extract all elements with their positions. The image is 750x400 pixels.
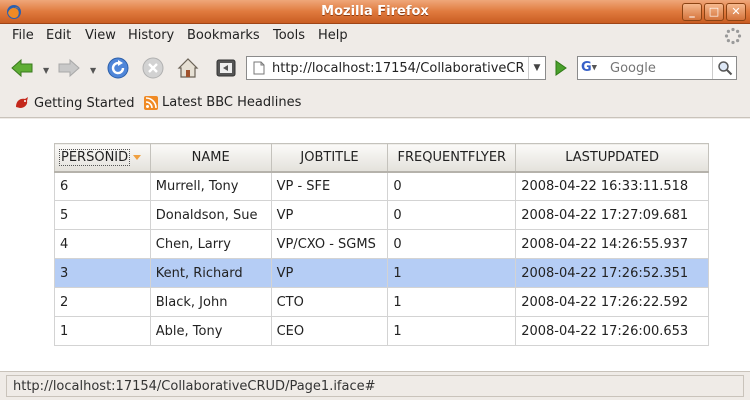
close-button[interactable]: ✕ [726, 3, 746, 21]
rss-feed-icon [144, 95, 158, 110]
page-icon-button[interactable] [212, 54, 240, 82]
menu-file[interactable]: File [12, 28, 34, 43]
column-header-lastupdated[interactable]: LASTUPDATED [515, 143, 709, 173]
cell-lastupdated[interactable]: 2008-04-22 14:26:55.937 [515, 229, 709, 259]
menu-bar: File Edit View History Bookmarks Tools H… [0, 24, 750, 48]
cell-personid[interactable]: 6 [54, 171, 151, 201]
forward-arrow-icon [58, 58, 80, 78]
table-row[interactable]: 2 Black, John CTO 1 2008-04-22 17:26:22.592 [54, 287, 709, 317]
cell-name[interactable]: Kent, Richard [149, 258, 272, 288]
search-box[interactable]: G▼ [577, 56, 737, 80]
menu-tools[interactable]: Tools [273, 28, 305, 43]
cell-name[interactable]: Murrell, Tony [149, 171, 272, 201]
cell-name[interactable]: Able, Tony [149, 316, 272, 346]
url-history-dropdown[interactable]: ▼ [528, 57, 545, 79]
column-header-personid[interactable]: PERSONID [54, 143, 151, 173]
menu-view[interactable]: View [85, 28, 116, 43]
column-header-label: PERSONID [59, 148, 131, 166]
search-input[interactable] [610, 59, 710, 77]
search-button[interactable] [712, 57, 736, 79]
cell-name[interactable]: Chen, Larry [149, 229, 272, 259]
forward-history-dropdown[interactable]: ▼ [90, 66, 98, 75]
window-title: Mozilla Firefox [321, 4, 429, 19]
back-button[interactable] [8, 54, 36, 82]
cell-personid[interactable]: 5 [54, 200, 151, 230]
bookmark-label: Latest BBC Headlines [162, 95, 302, 110]
reload-button[interactable] [104, 54, 132, 82]
table-header-row: PERSONID NAME JOBTITLE FREQUENTFLYER LAS… [54, 143, 709, 173]
table-row[interactable]: 1 Able, Tony CEO 1 2008-04-22 17:26:00.653 [54, 316, 709, 346]
table-row[interactable]: 6 Murrell, Tony VP - SFE 0 2008-04-22 16:33:… [54, 171, 709, 201]
cell-jobtitle[interactable]: VP [270, 200, 389, 230]
person-table: PERSONID NAME JOBTITLE FREQUENTFLYER LAS… [54, 143, 709, 346]
cell-lastupdated[interactable]: 2008-04-22 17:27:09.681 [515, 200, 709, 230]
cell-frequentflyer[interactable]: 1 [387, 287, 517, 317]
magnifier-icon [717, 61, 732, 76]
cell-lastupdated[interactable]: 2008-04-22 17:26:00.653 [515, 316, 709, 346]
table-row[interactable]: 4 Chen, Larry VP/CXO - SGMS 0 2008-04-22 14:… [54, 229, 709, 259]
cell-personid[interactable]: 1 [54, 316, 151, 346]
cell-jobtitle[interactable]: VP [270, 258, 389, 288]
minimize-button[interactable]: _ [682, 3, 702, 21]
url-text[interactable]: http://localhost:17154/CollaborativeCRUD… [272, 61, 525, 76]
forward-button[interactable] [55, 54, 83, 82]
sort-descending-icon [133, 154, 142, 160]
page-content: PERSONID NAME JOBTITLE FREQUENTFLYER LAS… [0, 119, 750, 371]
cell-jobtitle[interactable]: CEO [270, 316, 389, 346]
home-button[interactable] [174, 54, 202, 82]
page-favicon-icon [253, 61, 265, 75]
cell-lastupdated[interactable]: 2008-04-22 17:26:22.592 [515, 287, 709, 317]
bookmark-label: Getting Started [34, 95, 135, 111]
cell-jobtitle[interactable]: VP/CXO - SGMS [270, 229, 389, 259]
throbber-icon [724, 27, 742, 45]
go-arrow-icon [555, 60, 567, 76]
title-bar: Mozilla Firefox _ □ ✕ [0, 0, 750, 24]
bookmark-getting-started[interactable]: Getting Started [14, 95, 135, 111]
column-header-jobtitle[interactable]: JOBTITLE [270, 143, 389, 173]
table-row[interactable]: 3 Kent, Richard VP 1 2008-04-22 17:26:52.351 [54, 258, 709, 288]
bookmarks-toolbar: Getting Started Latest BBC Headlines [0, 88, 750, 118]
table-row[interactable]: 5 Donaldson, Sue VP 0 2008-04-22 17:27:09.68… [54, 200, 709, 230]
url-bar[interactable]: http://localhost:17154/CollaborativeCRUD… [246, 56, 546, 80]
cell-jobtitle[interactable]: CTO [270, 287, 389, 317]
cell-name[interactable]: Donaldson, Sue [149, 200, 272, 230]
back-history-dropdown[interactable]: ▼ [43, 66, 51, 75]
cell-personid[interactable]: 4 [54, 229, 151, 259]
cell-frequentflyer[interactable]: 0 [387, 229, 517, 259]
cell-frequentflyer[interactable]: 0 [387, 171, 517, 201]
stop-button[interactable] [139, 54, 167, 82]
status-text: http://localhost:17154/CollaborativeCRUD… [6, 375, 744, 397]
cell-frequentflyer[interactable]: 1 [387, 316, 517, 346]
google-engine-icon[interactable]: G▼ [581, 60, 607, 76]
status-bar: http://localhost:17154/CollaborativeCRUD… [0, 371, 750, 400]
back-arrow-icon [11, 58, 33, 78]
page-icon [216, 59, 236, 77]
menu-help[interactable]: Help [318, 28, 348, 43]
menu-edit[interactable]: Edit [46, 28, 71, 43]
cell-frequentflyer[interactable]: 1 [387, 258, 517, 288]
column-header-frequentflyer[interactable]: FREQUENTFLYER [387, 143, 517, 173]
cell-name[interactable]: Black, John [149, 287, 272, 317]
bookmark-bbc-headlines[interactable]: Latest BBC Headlines [144, 95, 301, 110]
stop-icon [142, 57, 164, 79]
navigation-toolbar: ▼ ▼ http://localhost:17154/Collaborative… [0, 48, 750, 88]
column-header-name[interactable]: NAME [149, 143, 272, 173]
home-icon [177, 58, 199, 78]
go-button[interactable] [548, 56, 572, 80]
maximize-button[interactable]: □ [704, 3, 724, 21]
reload-icon [107, 57, 129, 79]
cell-frequentflyer[interactable]: 0 [387, 200, 517, 230]
menu-bookmarks[interactable]: Bookmarks [187, 28, 260, 43]
menu-history[interactable]: History [128, 28, 174, 43]
getting-started-icon [16, 97, 28, 108]
cell-jobtitle[interactable]: VP - SFE [270, 171, 389, 201]
cell-lastupdated[interactable]: 2008-04-22 17:26:52.351 [515, 258, 709, 288]
cell-personid[interactable]: 2 [54, 287, 151, 317]
cell-lastupdated[interactable]: 2008-04-22 16:33:11.518 [515, 171, 709, 201]
cell-personid[interactable]: 3 [54, 258, 151, 288]
